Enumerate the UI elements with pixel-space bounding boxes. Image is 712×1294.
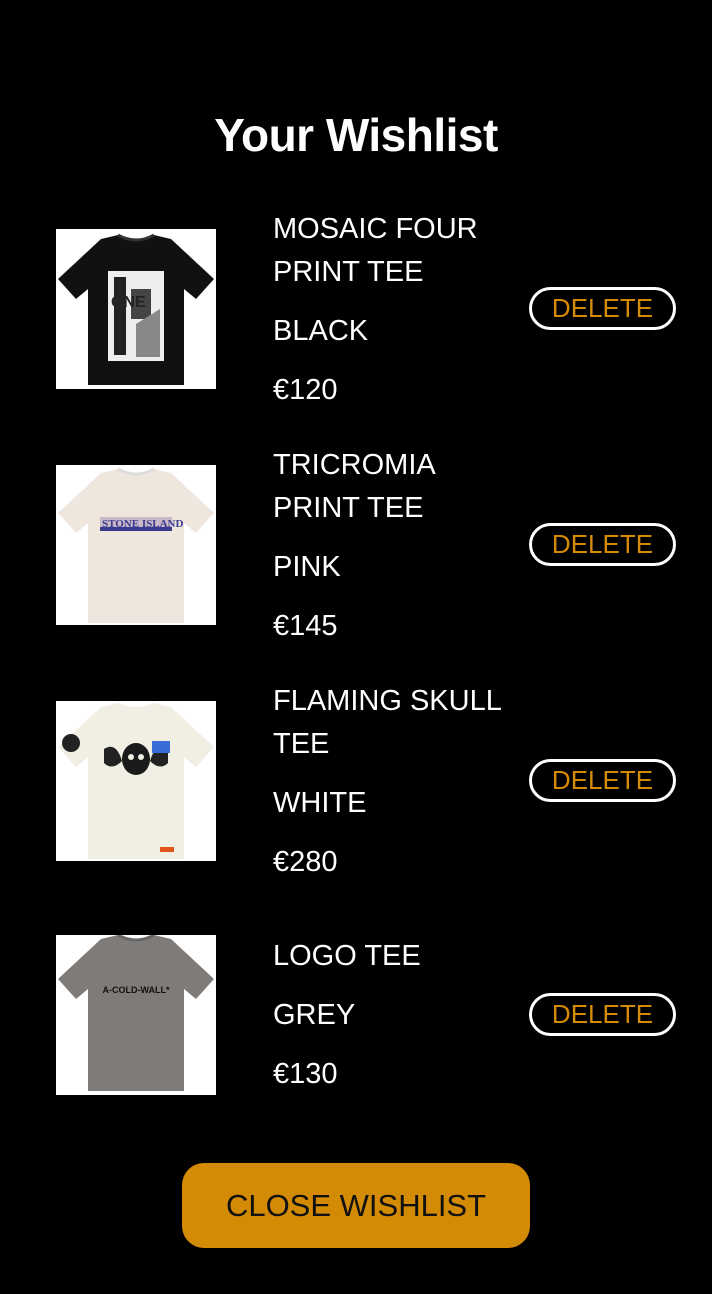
delete-button[interactable]: DELETE [529, 759, 676, 802]
product-name: MOSAIC FOUR PRINT TEE [273, 213, 478, 288]
product-name: TRICROMIA PRINT TEE [273, 449, 435, 524]
svg-text:ONE: ONE [111, 294, 146, 311]
product-name: LOGO TEE [273, 940, 421, 972]
close-wishlist-button[interactable]: CLOSE WISHLIST [182, 1163, 530, 1248]
delete-button[interactable]: DELETE [529, 993, 676, 1036]
white-tee-image [56, 701, 216, 861]
product-name: FLAMING SKULL TEE [273, 685, 501, 760]
product-image[interactable] [56, 701, 216, 861]
product-image[interactable]: ONE [56, 229, 216, 389]
product-color: WHITE [273, 787, 367, 819]
product-color: GREY [273, 999, 356, 1031]
product-price: €130 [273, 1058, 338, 1090]
product-image[interactable]: STONE ISLAND [56, 465, 216, 625]
product-price: €145 [273, 610, 338, 642]
product-color: PINK [273, 551, 341, 583]
product-price: €120 [273, 374, 338, 406]
delete-button[interactable]: DELETE [529, 523, 676, 566]
page-title: Your Wishlist [214, 109, 498, 161]
product-image[interactable]: A-COLD-WALL* [56, 935, 216, 1095]
black-tee-image: ONE [56, 229, 216, 389]
svg-text:A-COLD-WALL*: A-COLD-WALL* [103, 985, 170, 995]
delete-button[interactable]: DELETE [529, 287, 676, 330]
grey-tee-image: A-COLD-WALL* [56, 935, 216, 1095]
product-color: BLACK [273, 315, 369, 347]
svg-text:STONE ISLAND: STONE ISLAND [102, 518, 183, 530]
product-price: €280 [273, 846, 338, 878]
pink-tee-image: STONE ISLAND [56, 465, 216, 625]
